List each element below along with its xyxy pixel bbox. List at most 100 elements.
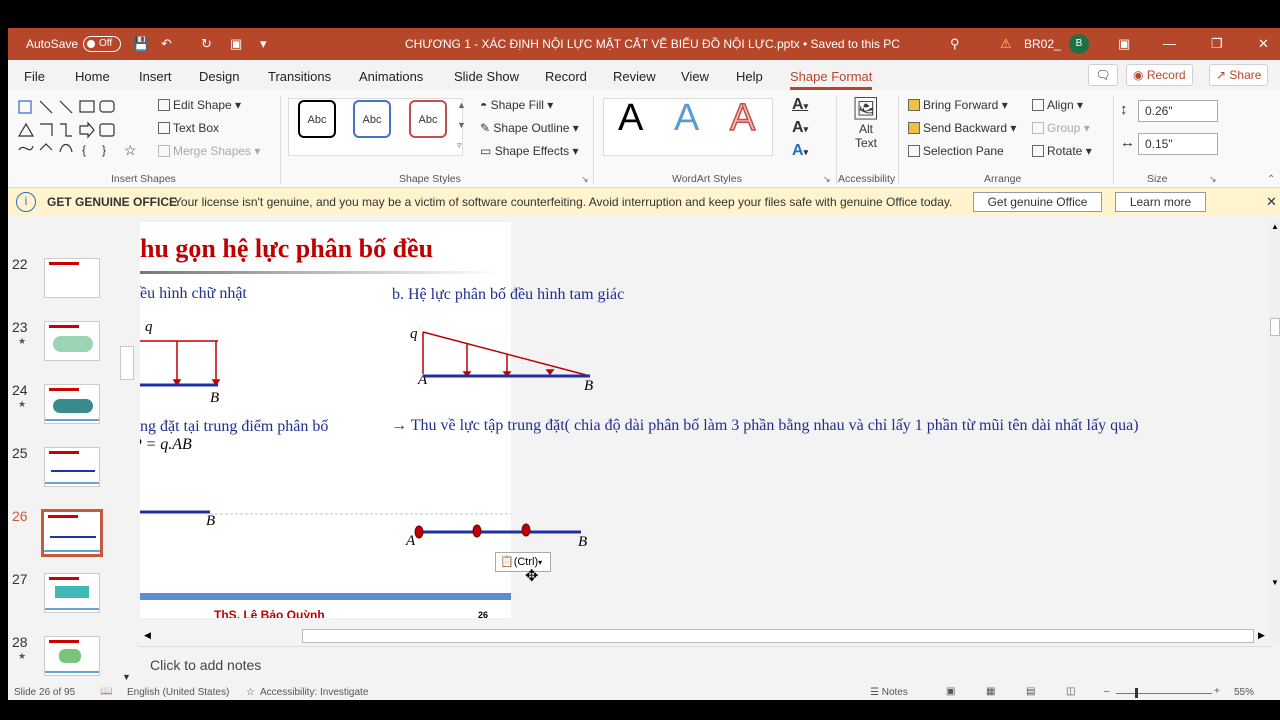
- minimize-icon[interactable]: —: [1163, 36, 1176, 51]
- bring-forward-button[interactable]: Bring Forward ▾: [908, 98, 1008, 112]
- tab-file[interactable]: File: [24, 69, 45, 84]
- wordart-style-red[interactable]: A: [729, 96, 756, 140]
- scroll-down-icon[interactable]: ▼: [1271, 578, 1279, 587]
- gallery-scroll-up-icon[interactable]: ▲: [457, 100, 466, 110]
- thumbnail-slide-25[interactable]: [44, 447, 100, 487]
- tab-record[interactable]: Record: [545, 69, 587, 84]
- wordart-dialog-icon[interactable]: ↘: [823, 174, 831, 185]
- undo-icon[interactable]: ↶: [161, 36, 172, 52]
- record-button[interactable]: ◉ Record: [1126, 64, 1193, 86]
- thumbnails-scrollbar[interactable]: [120, 346, 134, 380]
- tab-home[interactable]: Home: [75, 69, 110, 84]
- gallery-more-icon[interactable]: ▿: [457, 140, 462, 151]
- spelling-icon[interactable]: 📖: [100, 686, 112, 697]
- normal-view-icon[interactable]: ▣: [946, 686, 955, 697]
- customize-toolbar-icon[interactable]: ▾: [260, 36, 267, 52]
- thumbnails-scroll-down-icon[interactable]: ▼: [122, 672, 131, 682]
- shape-outline-button[interactable]: ✎ Shape Outline ▾: [480, 121, 579, 135]
- shape-width-input[interactable]: 0.15": [1138, 133, 1218, 155]
- shapes-gallery[interactable]: {} ☆: [16, 98, 146, 158]
- present-icon[interactable]: ▣: [230, 36, 242, 52]
- document-title[interactable]: CHƯƠNG 1 - XÁC ĐỊNH NỘI LỰC MẶT CẮT VẼ B…: [405, 37, 900, 51]
- thumbnail-slide-26[interactable]: [41, 509, 103, 557]
- accessibility-icon[interactable]: ☆: [246, 687, 255, 698]
- segment-point-a[interactable]: [414, 525, 424, 539]
- text-effects-icon[interactable]: A▾: [792, 142, 808, 160]
- text-box-button[interactable]: Text Box: [158, 121, 219, 135]
- scroll-right-icon[interactable]: ▶: [1258, 630, 1265, 641]
- get-genuine-office-button[interactable]: Get genuine Office: [973, 192, 1102, 212]
- align-button[interactable]: Align ▾: [1032, 98, 1083, 112]
- group-button[interactable]: Group ▾: [1032, 121, 1090, 135]
- alt-text-icon: 🖼: [852, 96, 880, 121]
- thumbnail-slide-23[interactable]: [44, 321, 100, 361]
- paste-options-button[interactable]: 📋(Ctrl)▾: [495, 552, 551, 572]
- tab-review[interactable]: Review: [613, 69, 656, 84]
- slideshow-view-icon[interactable]: ◫: [1066, 686, 1075, 697]
- gallery-scroll-down-icon[interactable]: ▼: [457, 120, 466, 130]
- vertical-scroll-thumb[interactable]: [1270, 318, 1280, 336]
- selection-pane-button[interactable]: Selection Pane: [908, 144, 1004, 158]
- zoom-level[interactable]: 55%: [1234, 687, 1254, 698]
- language-status[interactable]: English (United States): [127, 687, 229, 698]
- zoom-in-icon[interactable]: +: [1214, 686, 1220, 697]
- slide-sorter-icon[interactable]: ▦: [986, 686, 995, 697]
- maximize-icon[interactable]: ❐: [1211, 36, 1223, 52]
- thumbnail-slide-24[interactable]: [44, 384, 100, 424]
- text-fill-icon[interactable]: A▾: [792, 96, 808, 114]
- close-banner-icon[interactable]: ✕: [1266, 194, 1277, 210]
- horizontal-scrollbar[interactable]: ◀ ▶: [140, 628, 1268, 644]
- tab-transitions[interactable]: Transitions: [268, 69, 331, 84]
- redo-icon[interactable]: ↻: [201, 36, 212, 52]
- comments-button[interactable]: 🗨: [1088, 64, 1118, 86]
- text-outline-icon[interactable]: A▾: [792, 119, 808, 137]
- save-icon[interactable]: 💾: [133, 36, 149, 52]
- wordart-style-blue[interactable]: A: [674, 97, 699, 140]
- learn-more-button[interactable]: Learn more: [1115, 192, 1206, 212]
- thumbnail-slide-28[interactable]: [44, 636, 100, 676]
- notes-pane[interactable]: Click to add notes: [138, 646, 1272, 686]
- collapse-ribbon-icon[interactable]: ⌃: [1267, 174, 1275, 185]
- style-black[interactable]: Abc: [298, 100, 336, 138]
- dialog-launcher-icon[interactable]: ↘: [581, 174, 589, 185]
- avatar[interactable]: B: [1069, 34, 1089, 54]
- horizontal-scroll-thumb[interactable]: [302, 629, 1254, 643]
- share-button[interactable]: ↗ Share: [1209, 64, 1269, 86]
- shape-effects-button[interactable]: ▭ Shape Effects ▾: [480, 144, 579, 158]
- zoom-slider-thumb[interactable]: [1135, 688, 1138, 698]
- autosave-toggle[interactable]: Off: [83, 36, 121, 52]
- tab-animations[interactable]: Animations: [359, 69, 423, 84]
- segment-point-2[interactable]: [521, 523, 531, 537]
- size-dialog-icon[interactable]: ↘: [1209, 174, 1217, 185]
- wordart-style-black[interactable]: A: [618, 97, 643, 140]
- segment-point-1[interactable]: [472, 524, 482, 538]
- search-icon[interactable]: ⚲: [950, 36, 960, 52]
- thumbnail-slide-22[interactable]: [44, 258, 100, 298]
- zoom-out-icon[interactable]: –: [1104, 686, 1110, 697]
- notes-toggle[interactable]: ☰ Notes: [870, 687, 908, 698]
- scroll-left-icon[interactable]: ◀: [144, 630, 151, 641]
- scroll-up-icon[interactable]: ▲: [1271, 222, 1279, 231]
- merge-shapes-button[interactable]: Merge Shapes ▾: [158, 144, 260, 158]
- edit-shape-button[interactable]: Edit Shape ▾: [158, 98, 241, 112]
- tab-help[interactable]: Help: [736, 69, 763, 84]
- shape-fill-button[interactable]: ◓ Shape Fill ▾: [480, 98, 553, 112]
- tab-shape-format[interactable]: Shape Format: [790, 69, 873, 90]
- reading-view-icon[interactable]: ▤: [1026, 686, 1035, 697]
- zoom-slider[interactable]: [1116, 693, 1212, 694]
- style-red[interactable]: Abc: [409, 100, 447, 138]
- close-icon[interactable]: ✕: [1258, 36, 1269, 52]
- rotate-button[interactable]: Rotate ▾: [1032, 144, 1092, 158]
- tab-design[interactable]: Design: [199, 69, 239, 84]
- tab-view[interactable]: View: [681, 69, 709, 84]
- align-icon: [1032, 99, 1044, 111]
- style-blue[interactable]: Abc: [353, 100, 391, 138]
- send-backward-button[interactable]: Send Backward ▾: [908, 121, 1016, 135]
- ribbon-display-icon[interactable]: ▣: [1118, 36, 1130, 52]
- thumbnail-slide-27[interactable]: [44, 573, 100, 613]
- tab-slide-show[interactable]: Slide Show: [454, 69, 519, 84]
- alt-text-button[interactable]: 🖼 Alt Text: [846, 96, 886, 150]
- accessibility-status[interactable]: Accessibility: Investigate: [260, 687, 368, 698]
- shape-height-input[interactable]: 0.26": [1138, 100, 1218, 122]
- tab-insert[interactable]: Insert: [139, 69, 172, 84]
